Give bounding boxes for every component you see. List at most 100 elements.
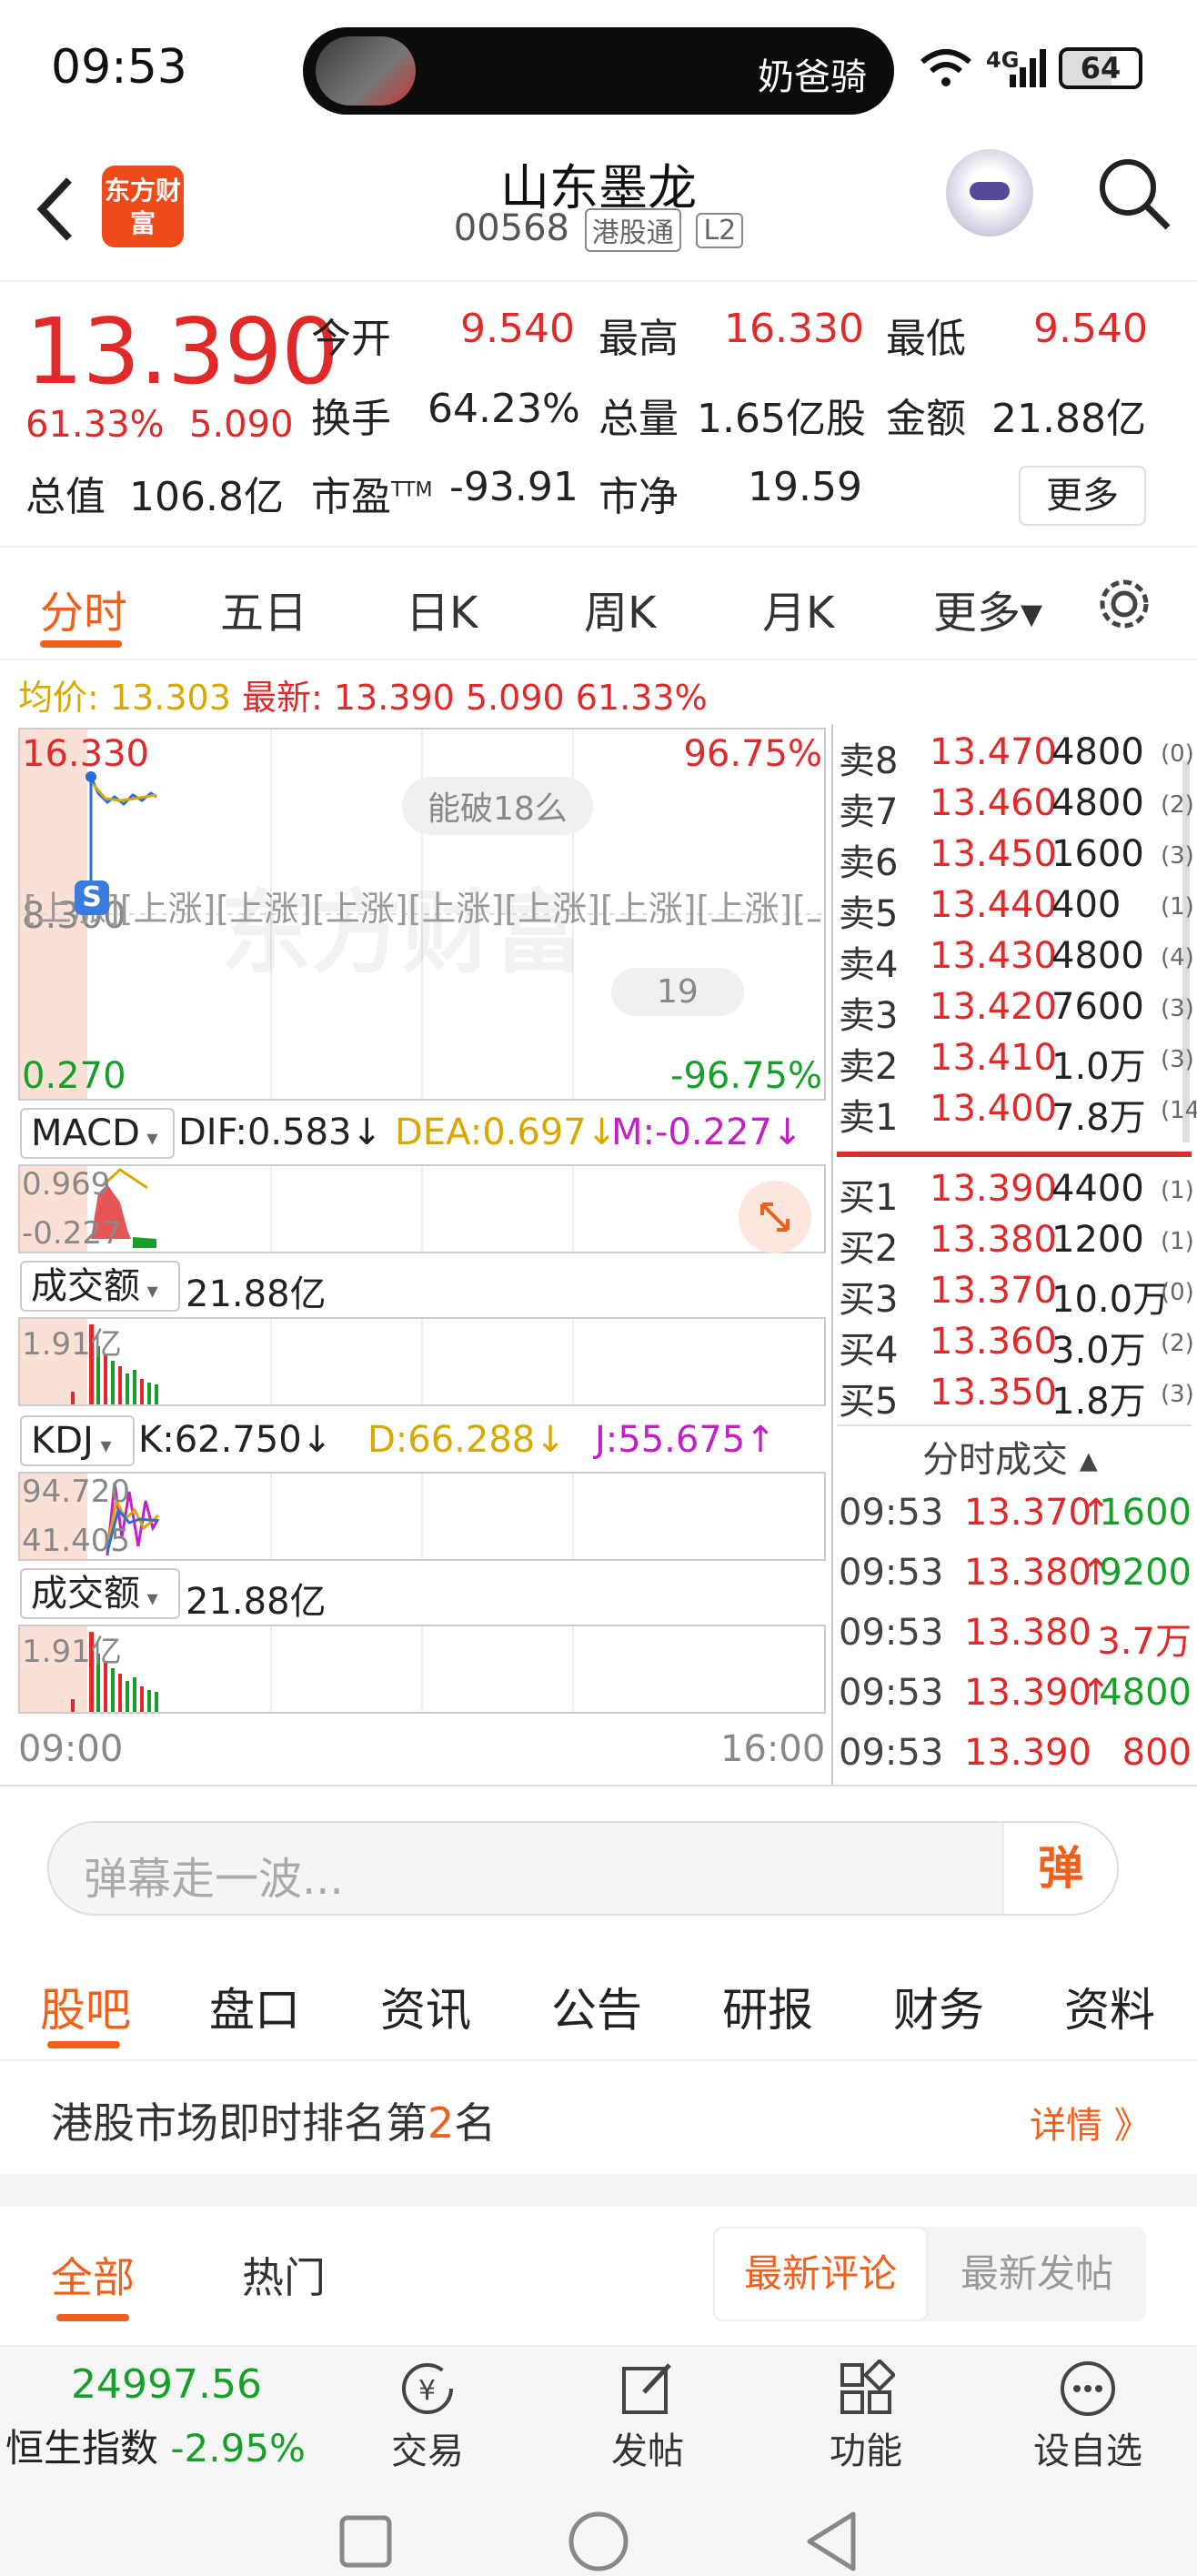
kdj-panel[interactable]: 94.720 41.405 [18,1472,826,1561]
rank-banner[interactable]: 港股市场即时排名第2名 详情 》 [0,2063,1197,2172]
rank-detail-link[interactable]: 详情 》 [1030,2096,1151,2148]
turnover-label: 换手 [311,396,391,442]
macd-selector[interactable]: MACD ▾ [20,1108,175,1159]
function-button[interactable]: 功能 [793,2360,939,2474]
bottom-toolbar: 24997.56 恒生指数 -2.95% ¥ 交易 发帖 功能 设自选 [0,2345,1197,2500]
trade-button[interactable]: ¥ 交易 [355,2360,500,2474]
bid-n: (1) [1161,1228,1194,1255]
book-divider [837,1152,1192,1157]
sort-latest-comment[interactable]: 最新评论 [713,2227,928,2321]
ask-label: 卖8 [839,740,899,782]
tab-finance[interactable]: 财务 [893,1974,984,2039]
tab-guba[interactable]: 股吧 [40,1974,131,2039]
more-button[interactable]: 更多 [1019,466,1146,526]
ask-vol: 400 [1051,884,1122,926]
volume-selector-1[interactable]: 成交额 ▾ [20,1261,180,1312]
ask-row[interactable]: 卖1 13.4007.8万 (14) [837,1088,1197,1139]
expand-icon[interactable] [739,1181,811,1253]
tick-price: 13.370 [964,1492,1091,1534]
tab-news[interactable]: 资讯 [380,1974,471,2039]
macd-max: 0.969 [22,1166,111,1202]
settings-gear-icon[interactable] [1095,575,1153,633]
index-value[interactable]: 24997.56 [71,2361,262,2408]
latest-summary: 13.390 5.090 61.33% [333,678,708,718]
home-icon[interactable] [568,2511,629,2572]
tab-weekly-k[interactable]: 周K [584,577,656,640]
tick-volume: 9200 [1099,1552,1192,1594]
kdj-selector[interactable]: KDJ ▾ [20,1415,135,1466]
ask-row[interactable]: 卖4 13.430 4800 (4) [837,935,1197,986]
ask-label: 卖2 [839,1046,899,1088]
tab-more[interactable]: 更多▾ [933,577,1042,640]
ask-row[interactable]: 卖6 13.450 1600 (3) [837,833,1197,884]
x-axis-start: 09:00 [18,1728,124,1770]
bid-row[interactable]: 买4 13.360 3.0万 (2) [837,1321,1197,1372]
mktcap-value: 106.8亿 [129,474,284,520]
ask-vol: 4800 [1051,935,1144,977]
bid-label: 买3 [839,1279,899,1321]
ask-vol: 1.0万 [1051,1046,1146,1088]
tab-daily-k[interactable]: 日K [406,577,478,640]
tab-pankou[interactable]: 盘口 [209,1974,300,2039]
ask-row[interactable]: 卖8 13.470 4800 (0) [837,731,1197,782]
tab-announcement[interactable]: 公告 [551,1974,642,2039]
index-line[interactable]: 恒生指数 -2.95% [5,2418,306,2473]
signal-icon [1010,49,1046,87]
macd-panel[interactable]: 0.969 -0.227 [18,1164,826,1253]
ask-row[interactable]: 卖7 13.460 4800 (2) [837,782,1197,833]
volume-selector-2[interactable]: 成交额 ▾ [20,1568,180,1619]
price-panel[interactable]: 16.330 96.75% 8.300 0.270 -96.75% 能破18么 … [18,728,826,1101]
tick-time: 09:53 [839,1492,944,1534]
ticks-title[interactable]: 分时成交 ▴ [922,1430,1098,1483]
sub-tab-indicator [47,2041,120,2048]
ask-vol: 4800 [1051,782,1144,824]
ask-row[interactable]: 卖3 13.420 7600 (3) [837,986,1197,1037]
post-filter: 全部 热门 最新评论 最新发帖 [0,2207,1197,2343]
recent-apps-icon[interactable] [338,2514,393,2569]
tab-profile[interactable]: 资料 [1064,1974,1155,2039]
watchlist-button[interactable]: 设自选 [1015,2360,1161,2474]
tab-5day[interactable]: 五日 [220,577,307,640]
mktcap-label: 总值 [25,474,106,520]
volume-panel-1[interactable]: 1.91亿 [18,1317,826,1406]
danmu-toggle-button[interactable]: 弹 [1002,1823,1117,1914]
post-button[interactable]: 发帖 [575,2360,720,2474]
dynamic-island[interactable]: 奶爸骑 [303,27,894,115]
avg-price: 13.303 [109,678,231,718]
bid-n: (1) [1161,1177,1194,1204]
ask-row[interactable]: 卖2 13.410 1.0万 (3) [837,1037,1197,1088]
ask-row[interactable]: 卖5 13.440 400 (1) [837,884,1197,935]
danmu-bubble-1: 能破18么 [402,777,593,835]
filter-hot[interactable]: 热门 [242,2245,326,2305]
edit-icon [622,2363,671,2414]
filter-all[interactable]: 全部 [51,2245,135,2305]
ask-vol: 7600 [1051,986,1144,1028]
bid-row[interactable]: 买5 13.350 1.8万 (3) [837,1372,1197,1423]
bid-row[interactable]: 买1 13.390 4400 (1) [837,1168,1197,1219]
s-marker-icon[interactable]: S [75,880,109,915]
volume-2-max: 1.91亿 [22,1634,122,1670]
tab-monthly-k[interactable]: 月K [762,577,834,640]
tick-time: 09:53 [839,1732,944,1774]
tab-intraday[interactable]: 分时 [40,577,127,640]
bid-price: 13.350 [930,1372,1057,1414]
robot-assistant-icon[interactable] [946,149,1033,236]
ask-vol: 4800 [1051,731,1144,773]
bid-row[interactable]: 买2 13.380 1200 (1) [837,1219,1197,1270]
tick-time: 09:53 [839,1612,944,1654]
bid-row[interactable]: 买3 13.370 10.0万 (0) [837,1270,1197,1321]
tab-research[interactable]: 研报 [722,1974,813,2039]
open-value: 9.540 [460,306,575,352]
danmu-input[interactable]: 弹幕走一波... 弹 [47,1821,1119,1916]
volume-panel-2[interactable]: 1.91亿 [18,1625,826,1714]
ask-price: 13.460 [930,782,1057,824]
ask-price: 13.430 [930,935,1057,977]
tick-price: 13.380 [964,1552,1091,1594]
ask-n: (3) [1161,995,1194,1022]
back-nav-icon[interactable] [804,2511,859,2572]
search-icon[interactable] [1095,155,1172,231]
bid-n: (3) [1161,1381,1194,1408]
ask-n: (14) [1161,1097,1197,1124]
sort-latest-post[interactable]: 最新发帖 [928,2227,1146,2321]
kdj-d: D:66.288↓ [367,1419,566,1461]
